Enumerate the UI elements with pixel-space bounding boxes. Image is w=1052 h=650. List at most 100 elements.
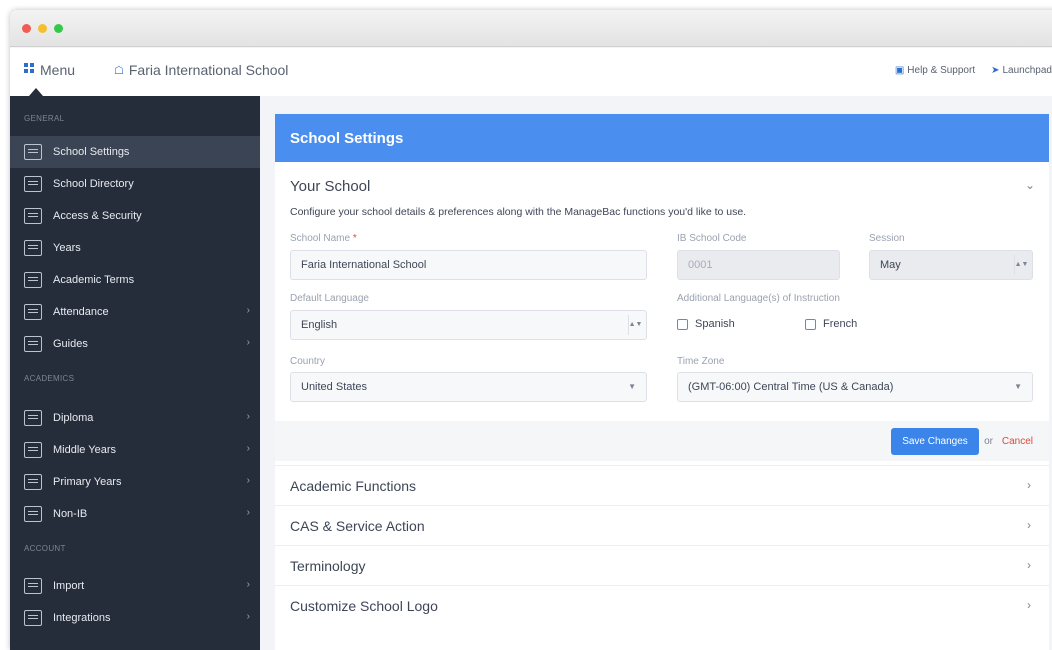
chevron-right-icon: › [247, 337, 250, 348]
sidebar-section-academics: ACADEMICS [10, 360, 260, 402]
sidebar-item-years[interactable]: Years [10, 232, 260, 264]
help-support-link[interactable]: ▣Help & Support [895, 65, 975, 76]
sidebar-item-attendance[interactable]: Attendance › [10, 296, 260, 328]
chevron-down-icon[interactable]: ⌄ [1025, 178, 1035, 192]
ib-code-label: IB School Code [677, 233, 747, 244]
accordion-label: Academic Functions [290, 478, 416, 494]
dropdown-caret-icon: ▼ [1014, 382, 1022, 391]
lock-icon [24, 208, 42, 224]
sidebar-item-diploma[interactable]: Diploma › [10, 402, 260, 434]
section-description: Configure your school details & preferen… [290, 206, 746, 218]
sidebar-item-school-settings[interactable]: School Settings [10, 136, 260, 168]
launchpad-label: Launchpad [1003, 65, 1052, 76]
import-icon [24, 578, 42, 594]
chevron-right-icon: › [1027, 518, 1031, 532]
school-name-label: School Name * [290, 233, 357, 244]
non-ib-icon [24, 506, 42, 522]
accordion-academic-functions[interactable]: Academic Functions › [275, 465, 1049, 505]
checkbox-box [805, 319, 816, 330]
sidebar-item-label: Access & Security [53, 210, 142, 222]
chevron-right-icon: › [247, 611, 250, 622]
chevron-right-icon: › [247, 507, 250, 518]
sidebar-item-label: Guides [53, 338, 88, 350]
sidebar-item-integrations[interactable]: Integrations › [10, 602, 260, 634]
building-icon [24, 144, 42, 160]
book-icon [24, 336, 42, 352]
chevron-right-icon: › [247, 411, 250, 422]
calendar-icon [24, 272, 42, 288]
session-select[interactable]: May ▲▼ [869, 250, 1033, 280]
diploma-icon [24, 410, 42, 426]
spanish-checkbox[interactable]: Spanish [677, 318, 735, 330]
sidebar-item-import[interactable]: Import › [10, 570, 260, 602]
integrations-icon [24, 610, 42, 626]
sidebar-item-label: Non-IB [53, 508, 87, 520]
sidebar-section-account: ACCOUNT [10, 530, 260, 570]
home-icon: ☖ [114, 64, 124, 77]
chevron-right-icon: › [247, 475, 250, 486]
school-name-label: Faria International School [129, 62, 289, 78]
accordion-customize-school-logo[interactable]: Customize School Logo › [275, 585, 1049, 625]
close-window-icon[interactable] [22, 24, 31, 33]
maximize-window-icon[interactable] [54, 24, 63, 33]
select-arrows-icon: ▲▼ [628, 315, 642, 335]
primary-years-icon [24, 474, 42, 490]
launchpad-link[interactable]: ➤ Launchpad [991, 65, 1052, 76]
minimize-window-icon[interactable] [38, 24, 47, 33]
sidebar: GENERAL School Settings School Directory… [10, 96, 260, 650]
timezone-label: Time Zone [677, 356, 724, 367]
accordion-terminology[interactable]: Terminology › [275, 545, 1049, 585]
timezone-value: (GMT-06:00) Central Time (US & Canada) [688, 381, 893, 393]
title-bar [10, 10, 1052, 47]
default-language-select[interactable]: English ▲▼ [290, 310, 647, 340]
sidebar-section-general: GENERAL [10, 96, 260, 136]
session-value: May [880, 259, 901, 271]
accordion-cas-service-action[interactable]: CAS & Service Action › [275, 505, 1049, 545]
sidebar-item-label: School Directory [53, 178, 134, 190]
checkbox-label: French [823, 318, 857, 330]
menu-button[interactable]: Menu [24, 62, 75, 78]
accordion-label: Terminology [290, 558, 365, 574]
country-value: United States [301, 381, 367, 393]
sidebar-item-non-ib[interactable]: Non-IB › [10, 498, 260, 530]
menu-label: Menu [40, 62, 75, 78]
or-text: or [984, 436, 993, 447]
school-home-link[interactable]: ☖ Faria International School [114, 62, 288, 78]
chevron-right-icon: › [247, 579, 250, 590]
sidebar-item-primary-years[interactable]: Primary Years › [10, 466, 260, 498]
save-changes-button[interactable]: Save Changes [891, 428, 979, 455]
french-checkbox[interactable]: French [805, 318, 857, 330]
additional-languages-label: Additional Language(s) of Instruction [677, 293, 840, 304]
chevron-right-icon: › [1027, 598, 1031, 612]
required-marker: * [353, 233, 357, 244]
menu-pointer [29, 88, 43, 96]
sidebar-item-label: Primary Years [53, 476, 121, 488]
chevron-right-icon: › [247, 443, 250, 454]
rocket-icon: ➤ [991, 65, 999, 76]
school-name-label-text: School Name [290, 233, 350, 244]
grid-icon [24, 62, 36, 78]
default-language-label: Default Language [290, 293, 369, 304]
help-icon: ▣ [895, 65, 904, 76]
sidebar-item-middle-years[interactable]: Middle Years › [10, 434, 260, 466]
help-support-label: Help & Support [907, 65, 975, 76]
country-select[interactable]: United States ▼ [290, 372, 647, 402]
sidebar-item-label: Integrations [53, 612, 110, 624]
form-actions: Save Changes or Cancel [275, 421, 1049, 461]
sidebar-item-guides[interactable]: Guides › [10, 328, 260, 360]
accordion-label: Customize School Logo [290, 598, 438, 614]
timezone-select[interactable]: (GMT-06:00) Central Time (US & Canada) ▼ [677, 372, 1033, 402]
top-right-links: ▣Help & Support ➤ Launchpad [895, 65, 1052, 76]
sidebar-item-label: School Settings [53, 146, 129, 158]
session-label: Session [869, 233, 905, 244]
sidebar-item-access-security[interactable]: Access & Security [10, 200, 260, 232]
sidebar-item-school-directory[interactable]: School Directory [10, 168, 260, 200]
checkbox-box [677, 319, 688, 330]
sidebar-item-academic-terms[interactable]: Academic Terms [10, 264, 260, 296]
main-content: School Settings Your School ⌄ Configure … [260, 96, 1052, 650]
accordion-label: CAS & Service Action [290, 518, 425, 534]
school-name-input[interactable]: Faria International School [290, 250, 647, 280]
cancel-link[interactable]: Cancel [1002, 436, 1033, 447]
sidebar-item-label: Diploma [53, 412, 93, 424]
checkbox-label: Spanish [695, 318, 735, 330]
